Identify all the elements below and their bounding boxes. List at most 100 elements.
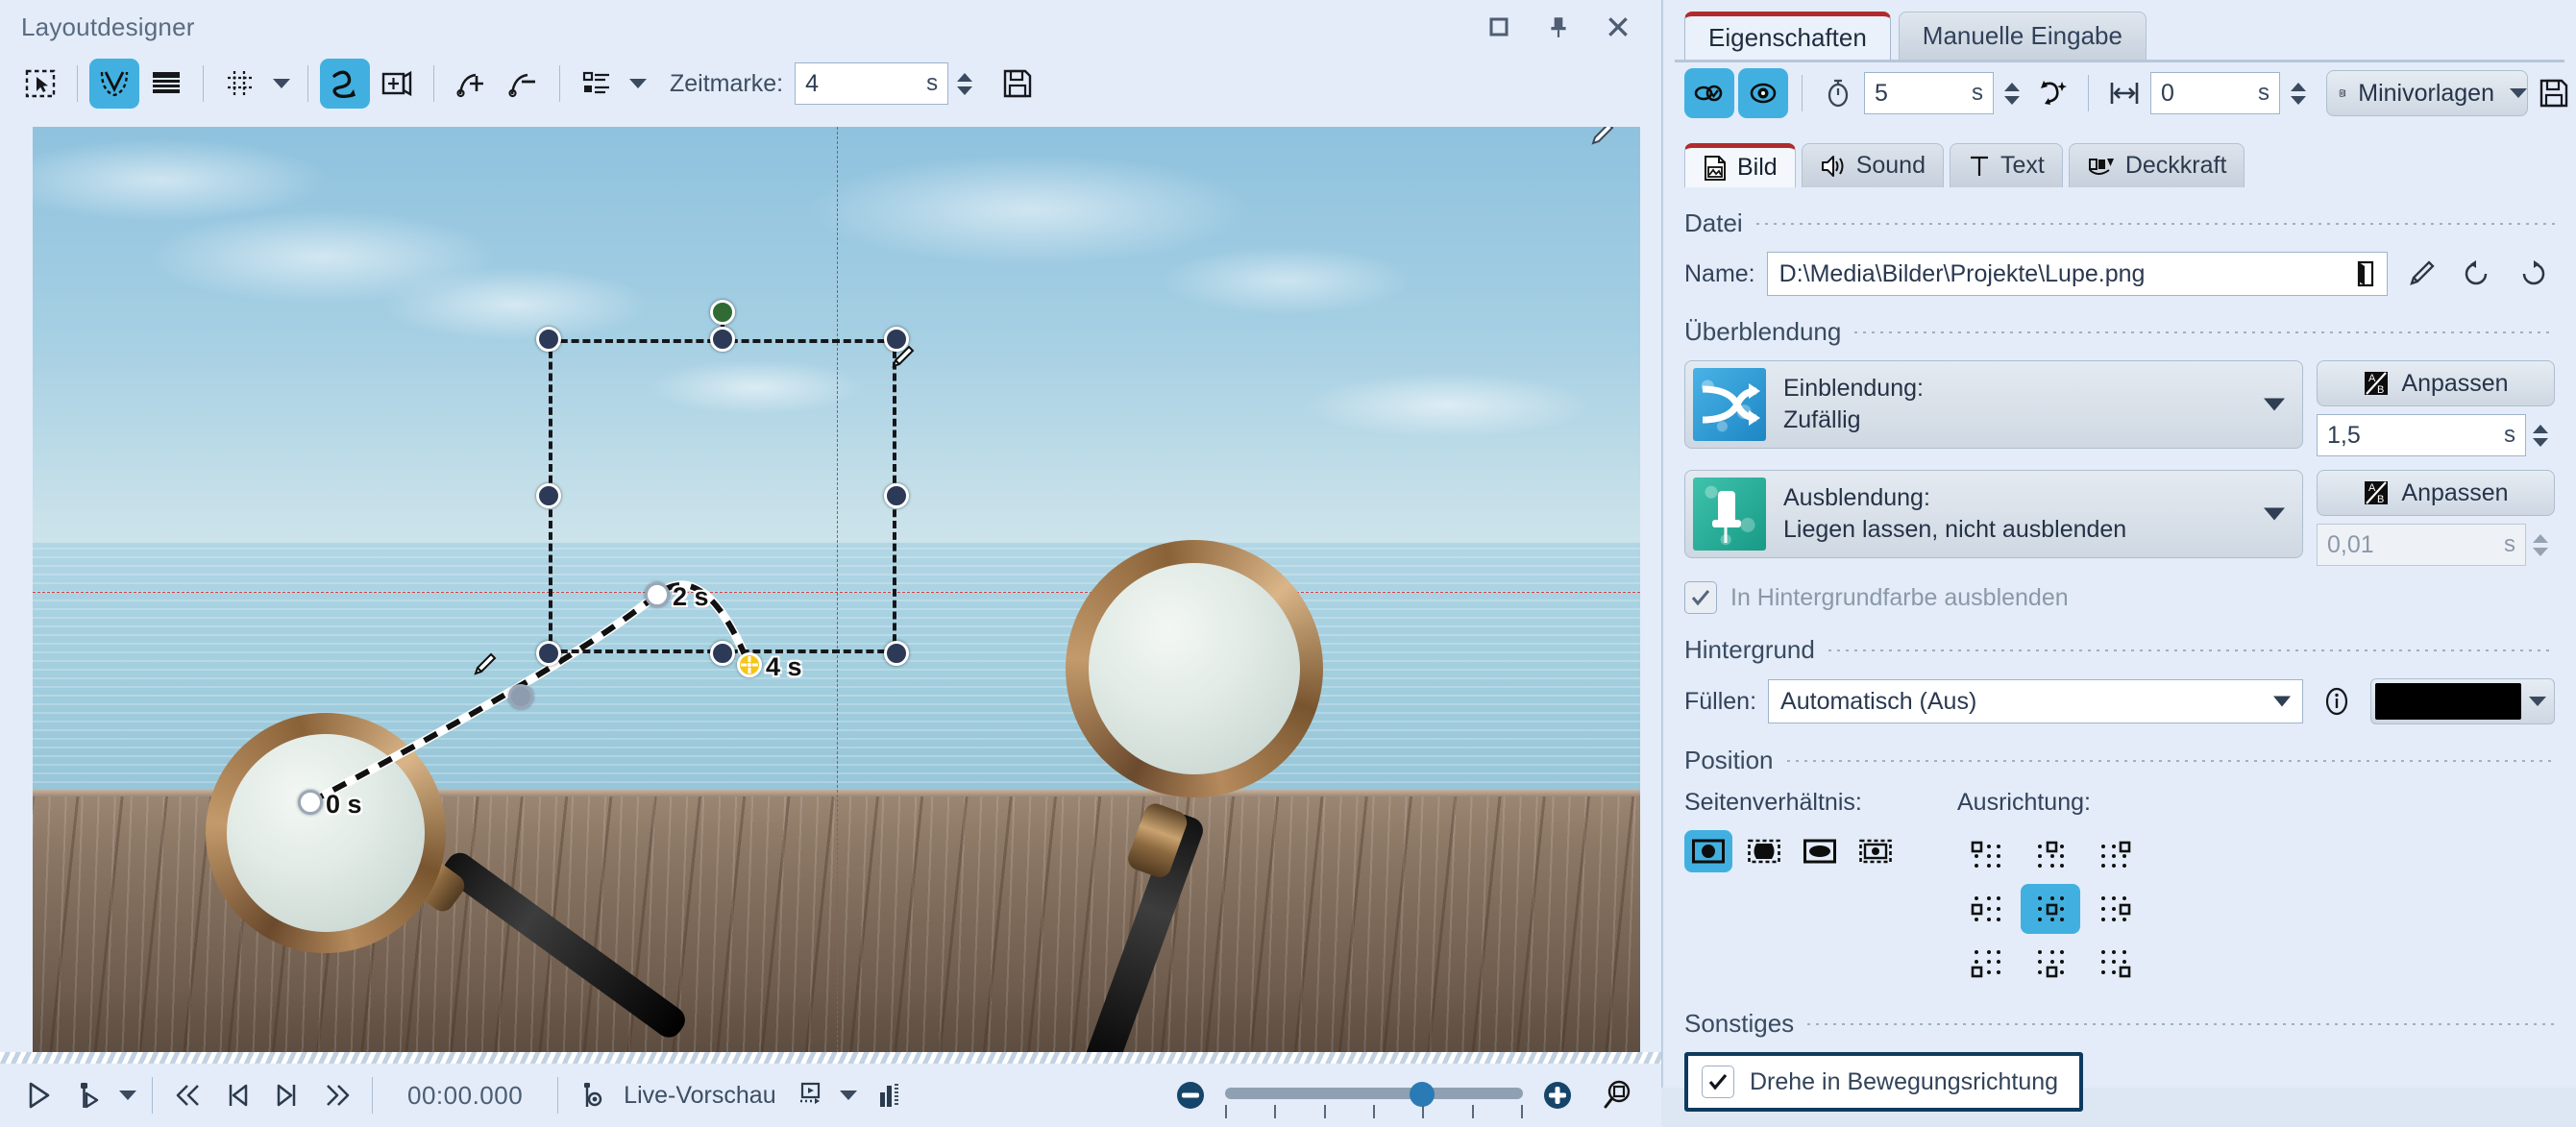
close-button[interactable] — [1588, 4, 1648, 50]
zoom-slider[interactable] — [1225, 1074, 1523, 1116]
chevron-down-icon[interactable] — [2264, 399, 2285, 411]
brush-icon[interactable] — [1587, 127, 1616, 149]
offset-input[interactable] — [2151, 73, 2258, 113]
stepper-down-icon[interactable] — [2291, 96, 2306, 105]
fade-to-background-row[interactable]: In Hintergrundfarbe ausblenden — [1684, 581, 2555, 614]
rotate-right-button[interactable] — [2511, 252, 2555, 296]
stepper-up-icon[interactable] — [957, 73, 972, 82]
handle-middle-right[interactable] — [884, 483, 909, 508]
align-bottom-center[interactable] — [2021, 938, 2080, 988]
maximize-button[interactable] — [1469, 4, 1529, 50]
rotate-left-button[interactable] — [2455, 252, 2499, 296]
align-middle-center[interactable] — [2021, 884, 2080, 934]
timemark-field[interactable]: s — [795, 62, 948, 105]
handle-top-left[interactable] — [536, 327, 561, 352]
subtab-deckkraft[interactable]: Deckkraft — [2069, 143, 2245, 187]
rotate-along-path-checkbox[interactable] — [1702, 1066, 1734, 1098]
align-bottom-left[interactable] — [1957, 938, 2017, 988]
aspect-fit-inside-button[interactable] — [1684, 830, 1732, 872]
play-options-dropdown[interactable] — [113, 1070, 142, 1120]
keyframe-marker-0s[interactable] — [298, 790, 323, 815]
rotation-handle[interactable] — [710, 300, 735, 325]
selection-marquee-tool[interactable] — [15, 59, 65, 109]
add-keyframe-tool[interactable] — [446, 59, 496, 109]
live-preview-marker[interactable] — [568, 1070, 618, 1120]
chevron-down-icon[interactable] — [2273, 697, 2291, 707]
fade-in-adjust-button[interactable]: A B Anpassen — [2317, 360, 2555, 406]
timemark-stepper[interactable] — [950, 62, 979, 105]
zoom-fit-button[interactable] — [1596, 1074, 1638, 1116]
stepper-up-icon[interactable] — [2533, 534, 2548, 543]
visibility-button[interactable] — [1738, 68, 1788, 118]
play-button[interactable] — [13, 1070, 63, 1120]
zoom-out-button[interactable] — [1169, 1074, 1212, 1116]
fade-out-duration-stepper[interactable] — [2526, 524, 2555, 566]
audio-levels-button[interactable] — [863, 1070, 913, 1120]
align-top-right[interactable] — [2084, 830, 2144, 880]
timemark-input[interactable] — [796, 63, 926, 104]
list-options-dropdown[interactable] — [624, 59, 652, 109]
stepper-up-icon[interactable] — [2533, 425, 2548, 433]
keyframe-midpoint[interactable] — [508, 684, 533, 709]
handle-middle-left[interactable] — [536, 483, 561, 508]
background-color-dropdown[interactable] — [2521, 679, 2554, 723]
fade-in-duration-stepper[interactable] — [2526, 414, 2555, 456]
preview-target-button[interactable] — [784, 1070, 834, 1120]
offset-field[interactable]: s — [2150, 72, 2280, 114]
subtab-bild[interactable]: Bild — [1684, 143, 1796, 187]
play-from-marker-button[interactable] — [63, 1070, 113, 1120]
preview-options-dropdown[interactable] — [834, 1070, 863, 1120]
align-top-left[interactable] — [1957, 830, 2017, 880]
motion-effects-button[interactable] — [2030, 71, 2074, 115]
fade-out-duration-field[interactable]: s — [2317, 524, 2526, 566]
save-timemark-button[interactable] — [993, 59, 1043, 109]
background-info-button[interactable] — [2315, 679, 2359, 723]
fade-in-duration-field[interactable]: s — [2317, 414, 2526, 456]
zoom-slider-thumb[interactable] — [1410, 1082, 1435, 1107]
fade-in-combo[interactable]: Einblendung: Zufällig — [1684, 360, 2303, 449]
rotate-along-path-row[interactable]: Drehe in Bewegungsrichtung — [1684, 1052, 2083, 1112]
handle-bottom-center[interactable] — [710, 641, 735, 666]
preview-canvas[interactable]: 0 s 2 s 4 s — [33, 127, 1640, 1052]
minivorlagen-button[interactable]: Minivorlagen — [2326, 70, 2528, 116]
link-settings-button[interactable] — [1684, 68, 1734, 118]
tab-manuelle-eingabe[interactable]: Manuelle Eingabe — [1899, 12, 2147, 60]
aspect-stretch-button[interactable] — [1796, 830, 1844, 872]
align-top-center[interactable] — [2021, 830, 2080, 880]
fade-in-duration-input[interactable] — [2318, 415, 2504, 455]
duration-input[interactable] — [1865, 73, 1972, 113]
previous-frame-button[interactable] — [212, 1070, 262, 1120]
remove-keyframe-tool[interactable] — [498, 59, 548, 109]
frame-fit-tool[interactable] — [372, 59, 422, 109]
next-frame-button[interactable] — [262, 1070, 312, 1120]
edit-image-button[interactable] — [2399, 252, 2443, 296]
skip-back-button[interactable] — [162, 1070, 212, 1120]
chevron-down-icon[interactable] — [2264, 508, 2285, 521]
offset-stepper[interactable] — [2284, 72, 2313, 114]
browse-file-button[interactable] — [2346, 253, 2385, 295]
subtab-sound[interactable]: Sound — [1802, 143, 1944, 187]
fill-value[interactable] — [1779, 679, 2269, 723]
rotation-tool[interactable] — [320, 59, 370, 109]
duration-field[interactable]: s — [1864, 72, 1994, 114]
align-bottom-right[interactable] — [2084, 938, 2144, 988]
subtab-text[interactable]: Text — [1950, 143, 2063, 187]
file-name-field[interactable] — [1767, 252, 2388, 296]
layers-tool[interactable] — [141, 59, 191, 109]
skip-forward-button[interactable] — [312, 1070, 362, 1120]
align-middle-right[interactable] — [2084, 884, 2144, 934]
fill-combo[interactable] — [1768, 679, 2303, 723]
fade-out-combo[interactable]: Ausblendung: Liegen lassen, nicht ausble… — [1684, 470, 2303, 558]
fade-out-adjust-button[interactable]: A B Anpassen — [2317, 470, 2555, 516]
duration-stepper[interactable] — [1998, 72, 2026, 114]
background-color-button[interactable] — [2370, 678, 2555, 724]
handle-top-center[interactable] — [710, 327, 735, 352]
keyframe-marker-2s[interactable] — [645, 582, 670, 607]
fade-to-background-checkbox[interactable] — [1684, 581, 1717, 614]
zoom-in-button[interactable] — [1536, 1074, 1579, 1116]
fade-out-duration-input[interactable] — [2318, 525, 2504, 565]
aspect-original-button[interactable] — [1852, 830, 1900, 872]
selection-bounding-box[interactable] — [549, 339, 896, 653]
motion-path-tool[interactable] — [89, 59, 139, 109]
handle-bottom-left[interactable] — [536, 641, 561, 666]
